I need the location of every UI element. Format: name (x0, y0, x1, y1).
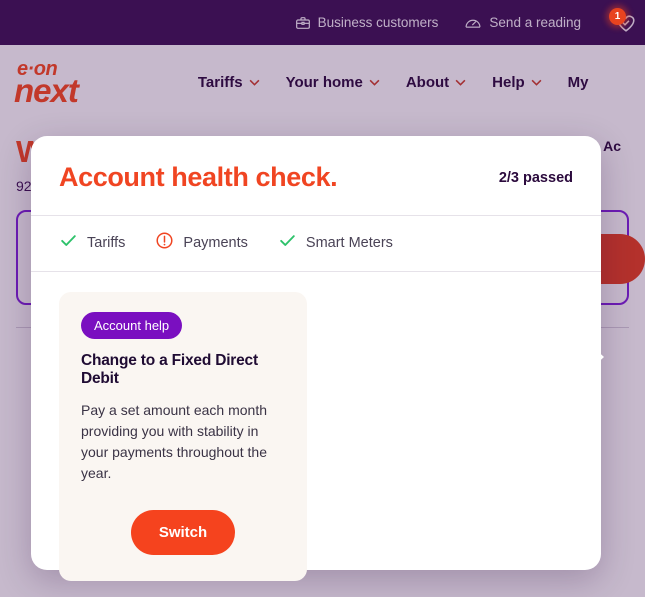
promo-title: Change to a Fixed Direct Debit (81, 352, 258, 387)
notification-count-badge: 1 (609, 7, 626, 25)
modal-title: Account health check. (59, 162, 338, 192)
status-label-payments: Payments (183, 235, 248, 251)
check-icon (278, 231, 297, 255)
status-item-smart-meters: Smart Meters (278, 231, 393, 255)
status-item-payments: Payments (155, 231, 248, 255)
health-status-row: Tariffs Payments Smart Meters (31, 216, 601, 272)
modal-score-badge: 2/3 passed (498, 169, 573, 186)
promo-card-direct-debit: Account help Change to a Fixed Direct De… (59, 292, 307, 581)
status-label-tariffs: Tariffs (87, 235, 126, 251)
switch-button[interactable]: Switch (130, 510, 236, 555)
check-icon (59, 231, 78, 255)
promo-description: Pay a set amount each month providing yo… (81, 402, 268, 481)
promo-badge: Account help (81, 312, 183, 339)
promo-button-wrap: Switch (81, 510, 285, 555)
modal-header: Account health check. 2/3 passed (31, 136, 601, 216)
chevron-right-icon (578, 344, 590, 370)
status-label-smart-meters: Smart Meters (305, 235, 393, 251)
account-health-check-modal: Account health check. 2/3 passed Tariffs… (31, 136, 604, 581)
modal-body: Account help Change to a Fixed Direct De… (31, 272, 601, 581)
status-item-tariffs: Tariffs (59, 231, 125, 255)
exclamation-circle-icon (155, 231, 174, 255)
